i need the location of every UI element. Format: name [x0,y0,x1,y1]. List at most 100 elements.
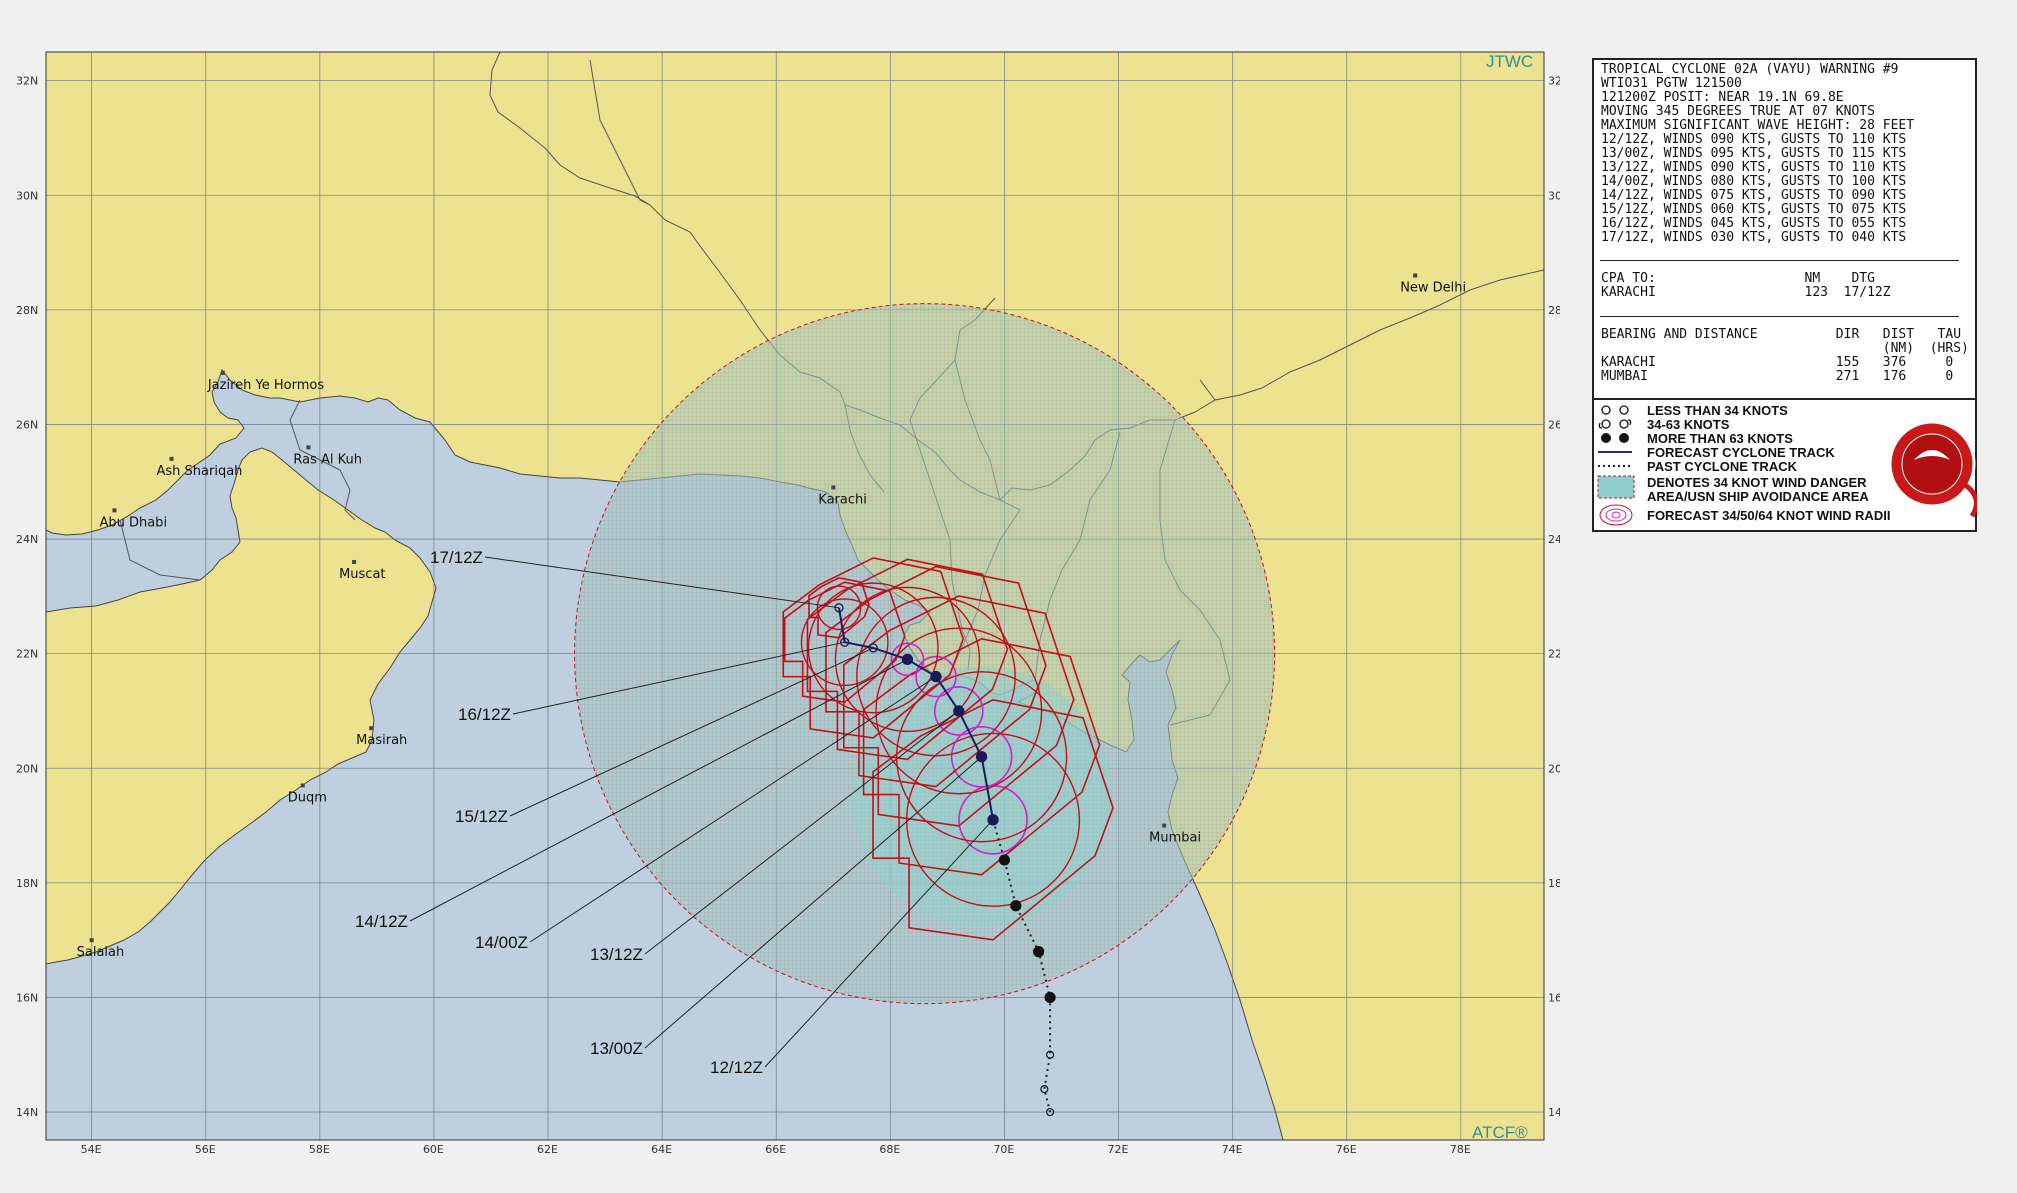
lat-tick-label-right: 22N [1548,648,1560,661]
panel-line: 12/12Z, WINDS 090 KTS, GUSTS TO 110 KTS [1601,132,1907,147]
lat-tick-label-left: 24N [16,533,38,546]
panel-line: MUMBAI 271 176 0 [1601,369,1954,384]
lat-tick-label-left: 26N [16,418,38,431]
legend-less-34: LESS THAN 34 KNOTS [1647,403,1788,418]
panel-line: 14/12Z, WINDS 075 KTS, GUSTS TO 090 KTS [1601,188,1907,203]
place-label: Jazireh Ye Hormos [207,378,324,393]
lat-tick-label-left: 14N [16,1106,38,1119]
forecast-dtg-label: 14/00Z [475,933,528,952]
panel-line: 121200Z POSIT: NEAR 19.1N 69.8E [1601,90,1844,105]
lon-tick-label: 74E [1222,1143,1243,1156]
forecast-dtg-label: 16/12Z [458,705,511,724]
lat-tick-label-left: 30N [16,189,38,202]
past-track-point [1033,946,1045,958]
place-label: Muscat [339,567,385,582]
lon-tick-label: 72E [1108,1143,1129,1156]
forecast-dtg-label: 15/12Z [455,807,508,826]
atcf-brand: ATCF® [1472,1123,1528,1142]
place-marker [300,783,305,788]
lon-tick-label: 66E [765,1143,786,1156]
panel-line: 16/12Z, WINDS 045 KTS, GUSTS TO 055 KTS [1601,216,1907,231]
forecast-track-point [987,814,999,826]
lon-tick-label: 54E [81,1143,102,1156]
lat-tick-label-left: 16N [16,991,38,1004]
panel-line: MOVING 345 DEGREES TRUE AT 07 KNOTS [1601,104,1875,119]
past-track-point [1044,991,1056,1004]
lat-tick-label-left: 28N [16,304,38,317]
cyclone-warning-map: Jazireh Ye Hormos Ras Al Kuh Ash Shariqah A… [16,51,1560,1156]
place-marker [220,370,225,375]
panel-line: 13/12Z, WINDS 090 KTS, GUSTS TO 110 KTS [1601,160,1907,175]
panel-line: 13/00Z, WINDS 095 KTS, GUSTS TO 115 KTS [1601,146,1907,161]
lon-tick-label: 60E [423,1143,444,1156]
place-marker [169,456,174,461]
past-track-point [1010,900,1022,912]
legend-forecast-track: FORECAST CYCLONE TRACK [1647,445,1835,460]
lat-tick-label-right: 18N [1548,877,1560,890]
lon-tick-label: 62E [537,1143,558,1156]
lon-tick-label: 78E [1450,1143,1471,1156]
lat-tick-label-left: 32N [16,75,38,88]
legend-danger-1: DENOTES 34 KNOT WIND DANGER [1647,475,1867,490]
forecast-dtg-label: 12/12Z [710,1058,763,1077]
place-marker [1162,823,1167,828]
lon-tick-label: 64E [651,1143,672,1156]
place-label: Ras Al Kuh [293,452,362,467]
lat-tick-label-right: 30N [1548,189,1560,202]
forecast-dtg-label: 14/12Z [355,912,408,931]
panel-line: MAXIMUM SIGNIFICANT WAVE HEIGHT: 28 FEET [1601,118,1915,133]
lat-tick-label-right: 28N [1548,304,1560,317]
place-label: Abu Dhabi [99,515,167,530]
forecast-dtg-label: 13/12Z [590,945,643,964]
lat-tick-label-left: 22N [16,648,38,661]
lat-tick-label-right: 26N [1548,418,1560,431]
panel-line: (NM) (HRS) [1601,341,1969,356]
forecast-dtg-label: 17/12Z [430,548,483,567]
place-marker [831,485,836,490]
past-track-point [998,854,1011,866]
jtwc-seal [1888,420,1977,518]
place-label: Masirah [356,733,407,748]
panel-line: CPA TO: NM DTG [1601,271,1875,286]
place-label: Salalah [77,945,125,960]
panel-line: KARACHI 155 376 0 [1601,355,1954,370]
danger-area [574,303,1276,1005]
panel-line: TROPICAL CYCLONE 02A (VAYU) WARNING #9 [1601,62,1899,77]
panel-line: 17/12Z, WINDS 030 KTS, GUSTS TO 040 KTS [1601,230,1907,245]
lon-tick-label: 70E [993,1143,1014,1156]
place-label: Mumbai [1149,831,1201,846]
place-marker [89,938,94,943]
legend: LESS THAN 34 KNOTS 34-63 KNOTS MORE THAN… [1592,398,1977,534]
forecast-dtg-label: 13/00Z [590,1039,643,1058]
panel-line: 15/12Z, WINDS 060 KTS, GUSTS TO 075 KTS [1601,202,1907,217]
separator [1600,260,1959,261]
place-marker [1413,273,1418,278]
place-marker [352,559,357,564]
lat-tick-label-right: 16N [1548,991,1560,1004]
lat-tick-label-right: 14N [1548,1106,1560,1119]
forecast-track-point [953,705,965,717]
place-marker [306,445,311,450]
lat-tick-label-right: 20N [1548,762,1560,775]
forecast-track-point [930,670,942,683]
forecast-track-point [975,751,988,763]
lon-tick-label: 56E [195,1143,216,1156]
separator [1600,316,1959,317]
panel-line: KARACHI 123 17/12Z [1601,285,1891,300]
lat-tick-label-left: 18N [16,877,38,890]
place-marker [112,508,117,513]
place-label: Karachi [818,492,867,507]
lon-tick-label: 76E [1336,1143,1357,1156]
legend-radii: FORECAST 34/50/64 KNOT WIND RADII [1647,508,1891,523]
forecast-track-point [901,653,914,666]
panel-line: 14/00Z, WINDS 080 KTS, GUSTS TO 100 KTS [1601,174,1907,189]
place-label: Ash Shariqah [157,464,243,479]
place-label: New Delhi [1400,280,1466,295]
lat-tick-label-right: 32N [1548,75,1560,88]
panel-line: BEARING AND DISTANCE DIR DIST TAU [1601,327,1962,342]
legend-34-63: 34-63 KNOTS [1647,417,1730,432]
lon-tick-label: 58E [309,1143,330,1156]
legend-more-63: MORE THAN 63 KNOTS [1647,431,1793,446]
lat-tick-label-right: 24N [1548,533,1560,546]
lat-tick-label-left: 20N [16,762,38,775]
